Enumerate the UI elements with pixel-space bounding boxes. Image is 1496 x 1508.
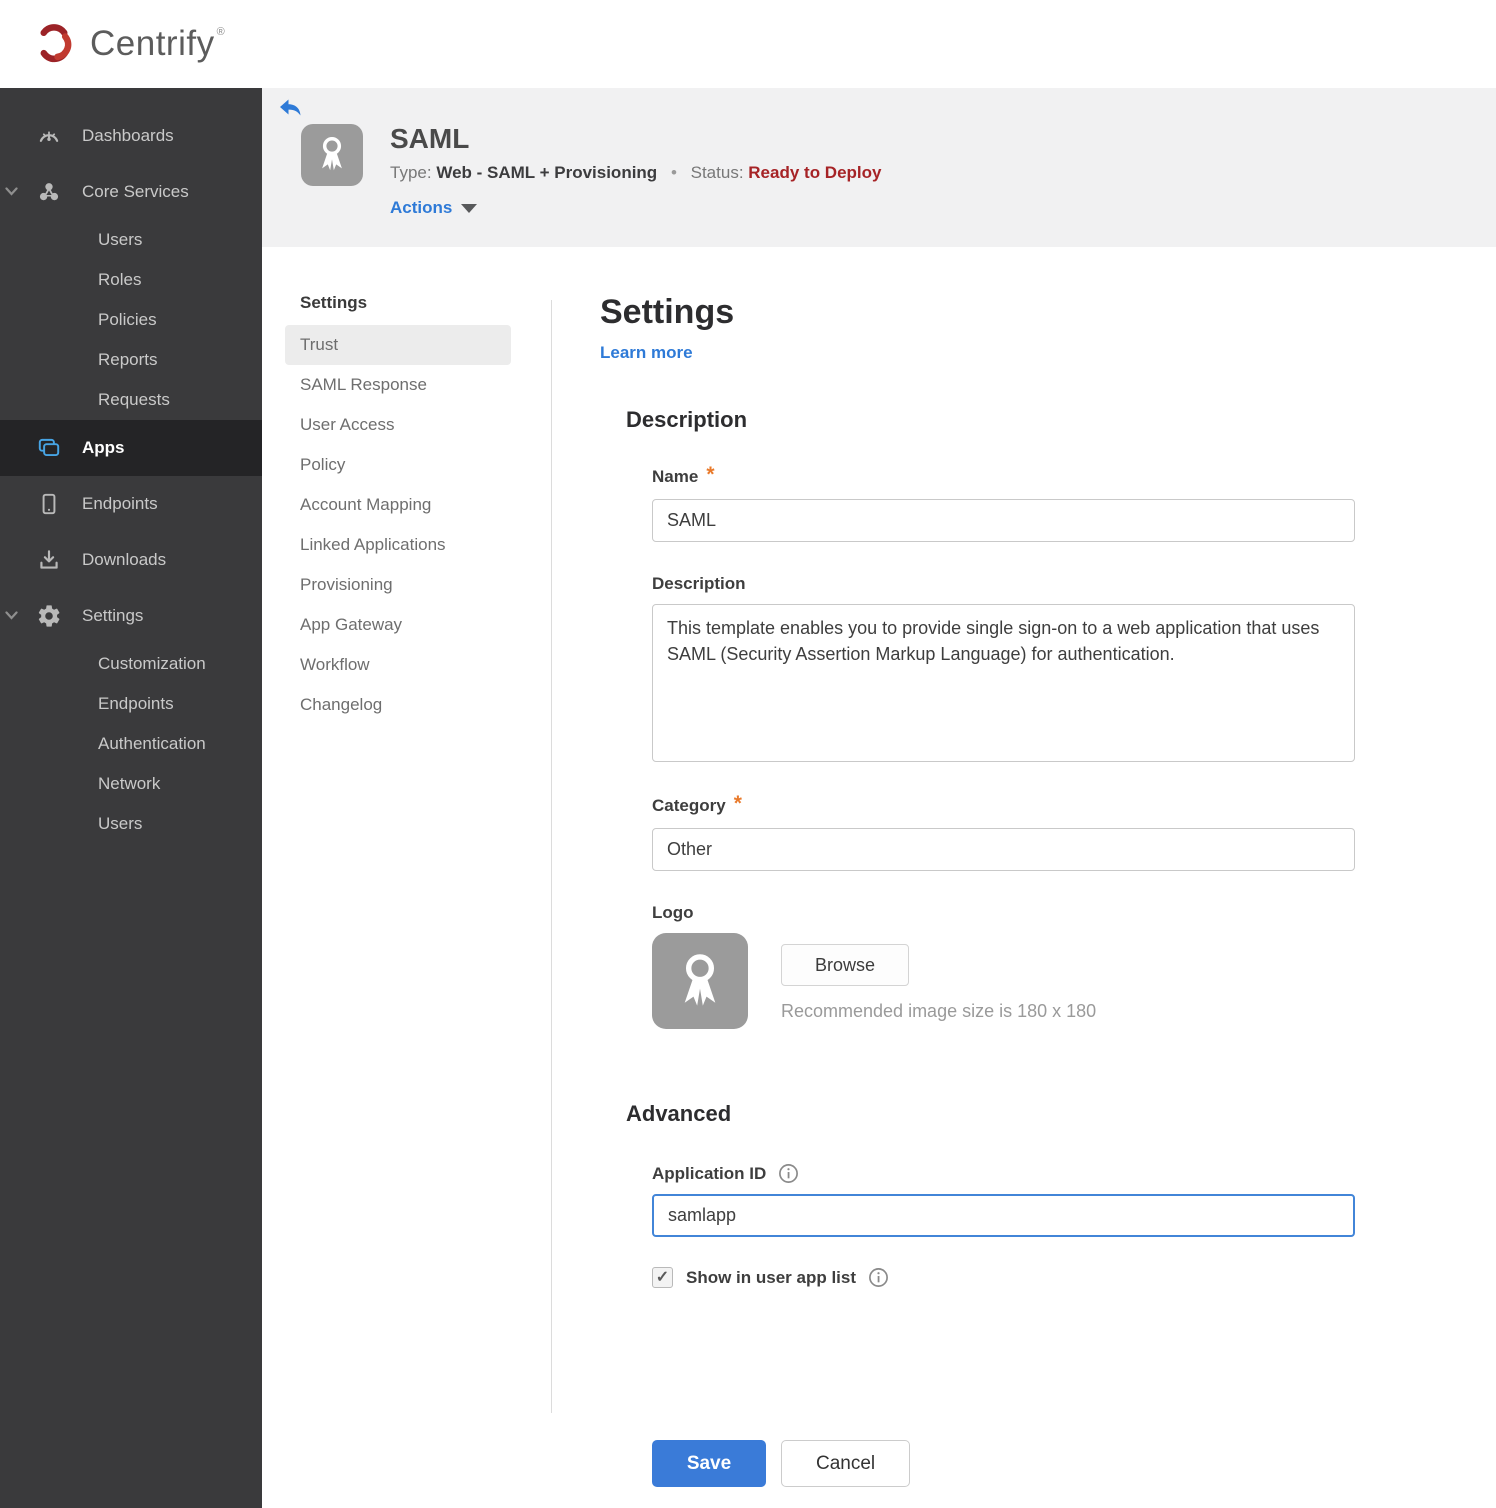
required-asterisk: *: [733, 792, 742, 815]
vertical-divider: [551, 300, 552, 1413]
sidebar-item-settings[interactable]: Settings: [0, 588, 262, 644]
app-header: SAML Type: Web - SAML + Provisioning • S…: [262, 88, 1496, 247]
form-footer: Save Cancel: [652, 1440, 1355, 1487]
sidebar: Dashboards Core Services Users Roles Pol…: [0, 88, 262, 1508]
cancel-button[interactable]: Cancel: [781, 1440, 911, 1487]
required-asterisk: *: [706, 463, 715, 486]
sidebar-item-settings-users[interactable]: Users: [0, 804, 262, 844]
sidebar-item-roles[interactable]: Roles: [0, 260, 262, 300]
name-label: Name: [652, 467, 699, 486]
back-arrow-icon: [278, 99, 302, 122]
subnav-item-provisioning[interactable]: Provisioning: [285, 565, 511, 605]
description-field[interactable]: This template enables you to provide sin…: [652, 604, 1355, 762]
show-in-user-app-list-checkbox[interactable]: ✓: [652, 1267, 673, 1288]
chevron-down-icon: [5, 183, 18, 201]
core-services-icon: [36, 179, 62, 205]
separator-dot: •: [670, 163, 677, 182]
check-icon: ✓: [655, 1268, 670, 1286]
status-label: Status:: [690, 163, 744, 182]
logo-label: Logo: [652, 903, 694, 922]
chevron-down-icon: [461, 203, 478, 213]
download-icon: [36, 547, 62, 573]
description-section-heading: Description: [626, 407, 748, 432]
learn-more-link[interactable]: Learn more: [600, 343, 693, 363]
sidebar-item-authentication[interactable]: Authentication: [0, 724, 262, 764]
description-label: Description: [652, 574, 746, 593]
browse-button[interactable]: Browse: [781, 944, 910, 986]
topbar: Centrify ®: [0, 0, 1496, 88]
type-value: Web - SAML + Provisioning: [436, 163, 658, 182]
mobile-icon: [36, 491, 62, 517]
settings-form: Settings Learn more Description Name * D…: [600, 247, 1355, 1487]
advanced-section-heading: Advanced: [626, 1101, 732, 1126]
type-label: Type:: [390, 163, 432, 182]
award-icon: [310, 131, 354, 180]
actions-menu[interactable]: Actions: [390, 198, 478, 218]
subnav-item-account-mapping[interactable]: Account Mapping: [285, 485, 511, 525]
app-type-status-line: Type: Web - SAML + Provisioning • Status…: [390, 163, 881, 183]
subnav-item-workflow[interactable]: Workflow: [285, 645, 511, 685]
app-logo: [301, 124, 363, 186]
name-field[interactable]: [652, 499, 1355, 542]
show-in-user-app-list-row[interactable]: ✓ Show in user app list: [652, 1267, 1355, 1288]
subnav-header: Settings: [300, 293, 368, 312]
chevron-down-icon: [5, 607, 18, 625]
content: SAML Type: Web - SAML + Provisioning • S…: [262, 88, 1496, 1508]
logo-preview: [652, 933, 748, 1029]
page: Centrify ® Dashboards Core Services User…: [0, 0, 1496, 1508]
subnav-item-user-access[interactable]: User Access: [285, 405, 511, 445]
category-field[interactable]: [652, 828, 1355, 871]
subnav-item-linked-applications[interactable]: Linked Applications: [285, 525, 511, 565]
page-title: Settings: [600, 293, 735, 331]
sidebar-item-core-services[interactable]: Core Services: [0, 164, 262, 220]
centrify-logo-icon: [28, 16, 80, 73]
sidebar-item-users[interactable]: Users: [0, 220, 262, 260]
subnav-item-saml-response[interactable]: SAML Response: [285, 365, 511, 405]
info-icon[interactable]: [778, 1163, 799, 1184]
application-id-label: Application ID: [652, 1163, 767, 1183]
sidebar-item-policies[interactable]: Policies: [0, 300, 262, 340]
category-label: Category: [652, 796, 726, 815]
subnav-item-app-gateway[interactable]: App Gateway: [285, 605, 511, 645]
sidebar-item-apps[interactable]: Apps: [0, 420, 262, 476]
sidebar-item-dashboards[interactable]: Dashboards: [0, 108, 262, 164]
award-icon: [666, 945, 734, 1018]
gauge-icon: [36, 123, 62, 149]
info-icon[interactable]: [868, 1267, 889, 1288]
brand-logo[interactable]: Centrify ®: [28, 16, 225, 73]
subnav-item-policy[interactable]: Policy: [285, 445, 511, 485]
brand-name: Centrify: [90, 24, 215, 63]
sidebar-item-reports[interactable]: Reports: [0, 340, 262, 380]
subnav-item-changelog[interactable]: Changelog: [285, 685, 511, 725]
sidebar-item-settings-endpoints[interactable]: Endpoints: [0, 684, 262, 724]
status-badge: Ready to Deploy: [748, 163, 882, 182]
show-in-user-app-list-label: Show in user app list: [686, 1267, 857, 1287]
application-id-field[interactable]: [652, 1194, 1355, 1237]
settings-subnav: Settings Trust SAML Response User Access…: [285, 247, 511, 1487]
apps-icon: [36, 435, 62, 461]
recommended-size-hint: Recommended image size is 180 x 180: [781, 1001, 1097, 1021]
back-button[interactable]: [278, 98, 302, 120]
sidebar-item-network[interactable]: Network: [0, 764, 262, 804]
app-title: SAML: [390, 123, 470, 154]
sidebar-item-requests[interactable]: Requests: [0, 380, 262, 420]
gear-icon: [36, 603, 62, 629]
sidebar-item-customization[interactable]: Customization: [0, 644, 262, 684]
save-button[interactable]: Save: [652, 1440, 766, 1487]
sidebar-item-downloads[interactable]: Downloads: [0, 532, 262, 588]
registered-mark: ®: [216, 26, 225, 38]
subnav-item-trust[interactable]: Trust: [285, 325, 511, 365]
sidebar-item-endpoints[interactable]: Endpoints: [0, 476, 262, 532]
